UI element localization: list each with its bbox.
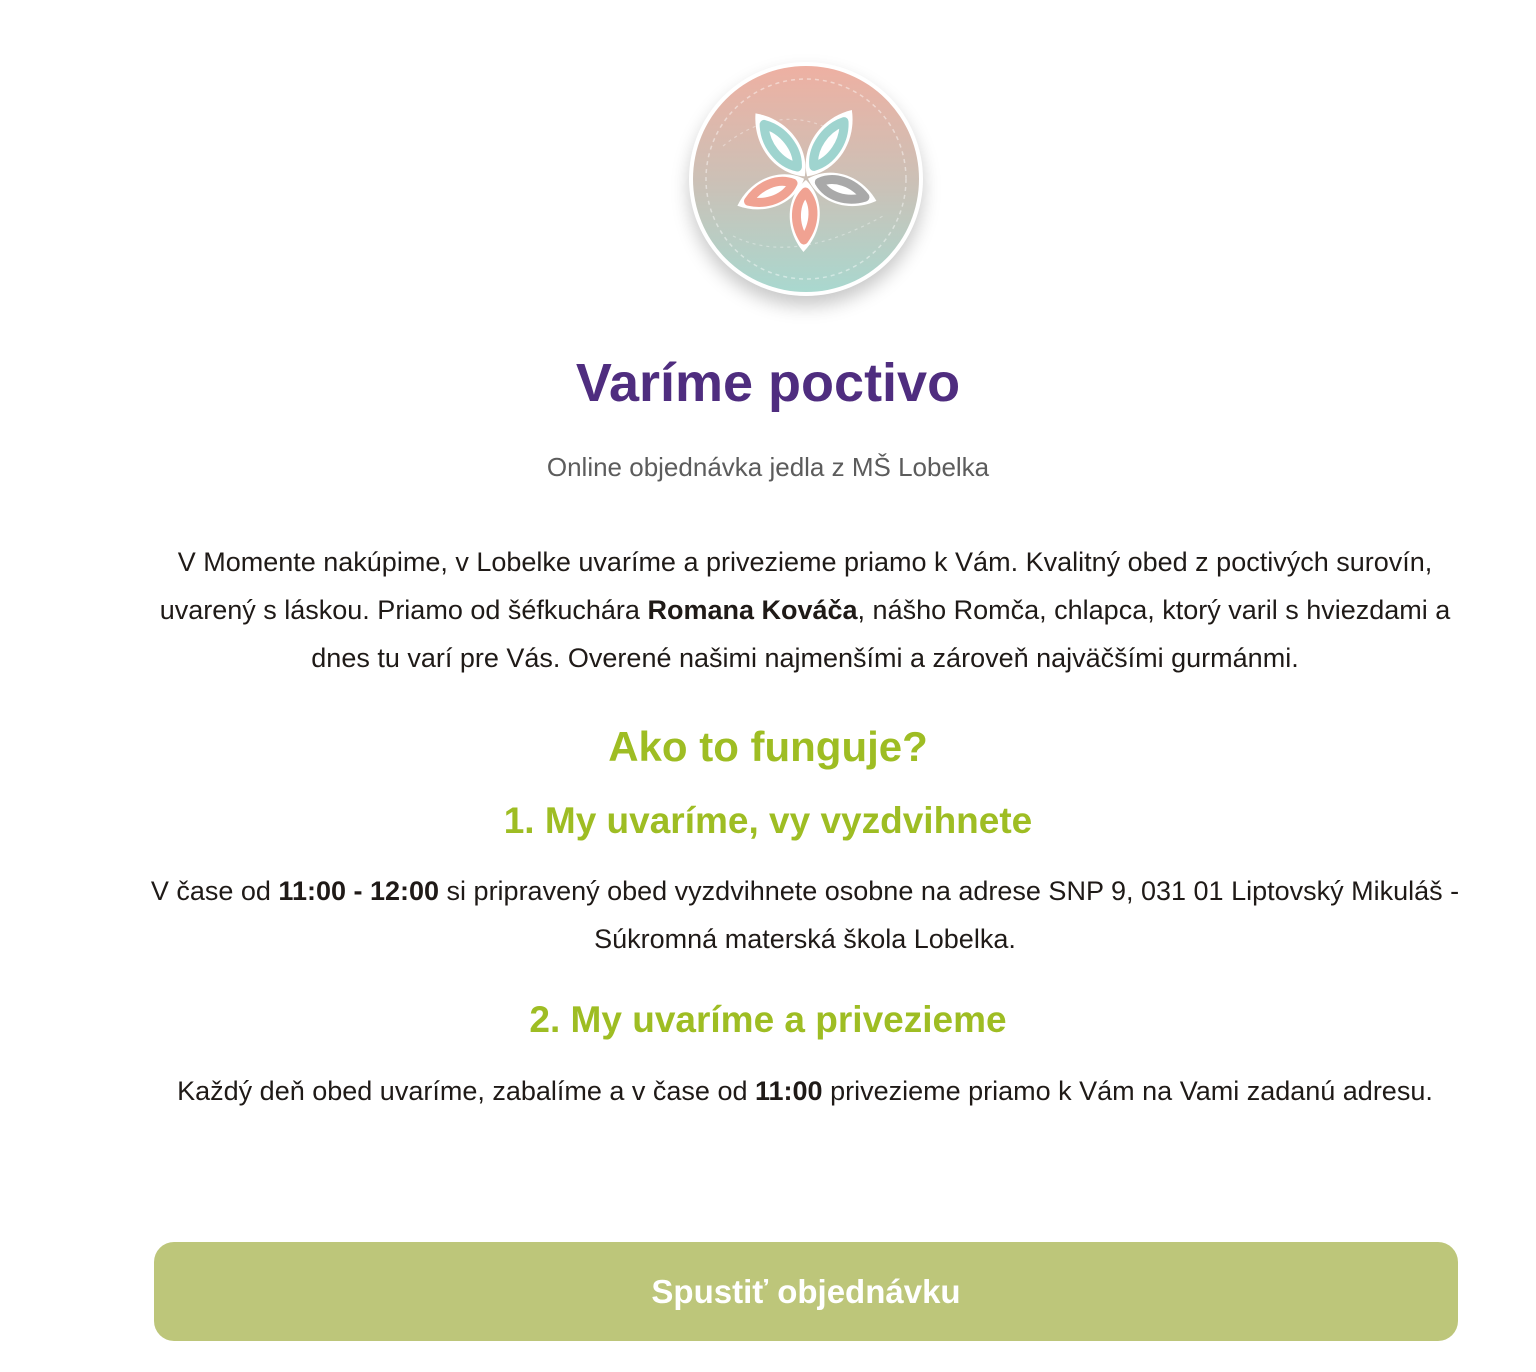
step-2-text: Každý deň obed uvaríme, zabalíme a v čas… [150,1067,1460,1115]
start-order-button[interactable]: Spustiť objednávku [154,1242,1458,1341]
page-subtitle: Online objednávka jedla z MŠ Lobelka [546,452,990,482]
step-1-text-end: si pripravený obed vyzdvihnete osobne na… [439,876,1460,954]
how-it-works-heading: Ako to funguje? [608,723,928,770]
step-2-heading: 2. My uvaríme a privezieme [529,999,1007,1040]
intro-paragraph: V Momente nakúpime, v Lobelke uvaríme a … [130,538,1480,682]
step-2-time: 11:00 [754,1076,823,1106]
step-1-text-start: V čase od [150,876,279,906]
landing-page: Varíme poctivo Online objednávka jedla z… [0,0,1536,1372]
step-1-text: V čase od 11:00 - 12:00 si pripravený ob… [150,867,1460,963]
step-1-time: 11:00 - 12:00 [278,876,440,906]
lobelka-flower-icon [693,66,919,292]
page-title: Varíme poctivo [575,353,961,413]
step-1-heading: 1. My uvaríme, vy vyzdvihnete [503,800,1033,841]
step-2-text-end: privezieme priamo k Vám na Vami zadanú a… [822,1076,1433,1106]
chef-name: Romana Kováča [647,595,858,625]
logo [689,62,923,296]
step-2-text-start: Každý deň obed uvaríme, zabalíme a v čas… [177,1076,755,1106]
